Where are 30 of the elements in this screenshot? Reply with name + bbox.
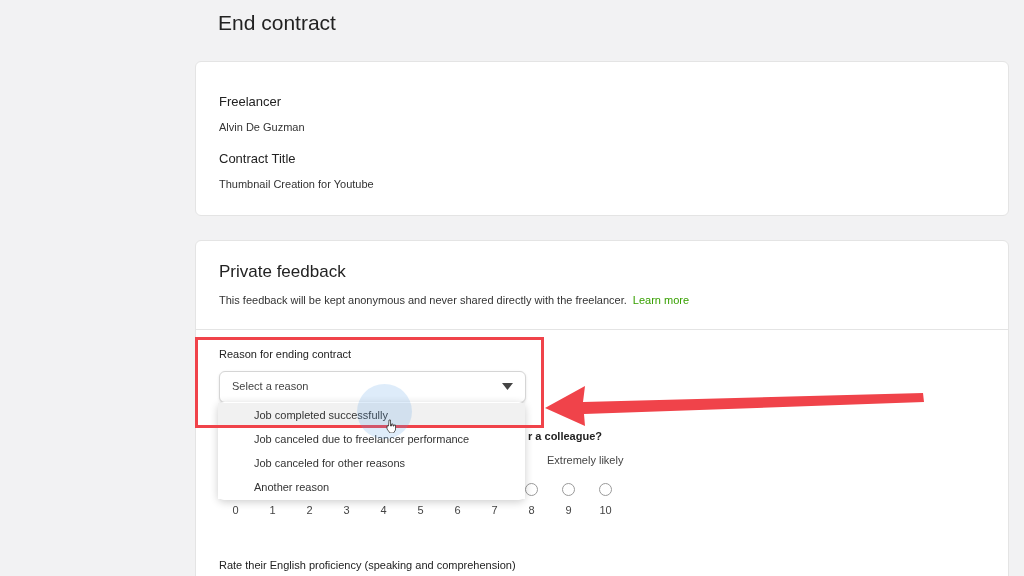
reason-select[interactable]: Select a reason [219, 370, 526, 403]
scale-number: 4 [380, 502, 387, 518]
description-text: This feedback will be kept anonymous and never shared directly with the freelancer. [219, 293, 627, 308]
scale-number: 0 [232, 502, 239, 518]
field-label: Freelancer [219, 94, 283, 110]
scale-number: 9 [565, 502, 572, 518]
caret-icon [502, 383, 513, 390]
hand-cursor-icon [386, 419, 396, 433]
field-value: Thumbnail Creation for Youtube [219, 177, 375, 191]
section-title: Private feedback [219, 262, 347, 282]
scale-number: 7 [491, 502, 498, 518]
scale-number: 1 [269, 502, 276, 518]
field-label: Reason for ending contract [219, 346, 353, 361]
scale-number: 8 [528, 502, 535, 518]
menu-option[interactable]: Another reason [218, 475, 525, 499]
page-title: End contract [218, 10, 337, 36]
scale-number: 6 [454, 502, 461, 518]
field-value: Alvin De Guzman [219, 120, 306, 134]
scale-high-label: Extremely likely [547, 452, 625, 467]
field-label: Contract Title [219, 151, 297, 167]
field-label: Rate their English proficiency (speaking and comprehension) [219, 558, 517, 573]
learn-more-link[interactable]: Learn more [632, 292, 690, 309]
scale-number: 2 [306, 502, 313, 518]
question-text: r a colleague? [528, 428, 603, 443]
menu-option[interactable]: Job canceled due to freelancer performance [218, 427, 525, 451]
menu-option[interactable]: Job canceled for other reasons [218, 451, 525, 475]
scale-number: 10 [599, 502, 612, 518]
menu-option[interactable]: Job completed successfully [218, 403, 525, 427]
scale-number: 3 [343, 502, 350, 518]
scale-number: 5 [417, 502, 424, 518]
